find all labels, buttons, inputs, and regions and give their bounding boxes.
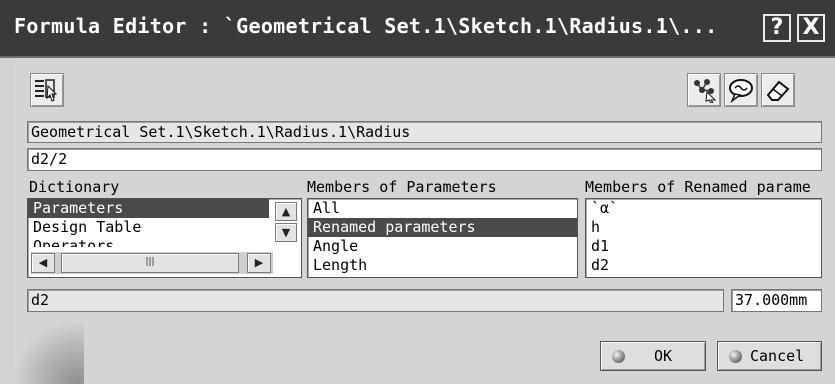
cancel-button[interactable]: Cancel [717, 341, 822, 371]
scroll-right-button[interactable]: ▶ [247, 253, 271, 273]
scroll-up-button[interactable]: ▲ [275, 202, 297, 221]
scroll-down-button[interactable]: ▼ [275, 223, 297, 242]
list-item[interactable]: Renamed parameters [308, 218, 577, 237]
ok-button-label: OK [654, 347, 673, 365]
eraser-button[interactable] [761, 73, 795, 107]
parameter-list-button[interactable] [30, 73, 64, 107]
help-button[interactable]: ? [763, 14, 791, 42]
list-item[interactable]: Design Table [28, 218, 269, 237]
list-item[interactable]: All [308, 199, 577, 218]
list-item[interactable]: Angle [308, 237, 577, 256]
formula-input[interactable]: d2/2 [27, 148, 822, 171]
members-list[interactable]: All Renamed parameters Angle Length [307, 198, 578, 278]
title-bar: Formula Editor : `Geometrical Set.1\Sket… [0, 0, 835, 58]
cancel-status-icon [729, 350, 742, 363]
horizontal-scrollbar[interactable]: ◀ ||| ▶ [31, 252, 273, 274]
dictionary-header: Dictionary [29, 178, 120, 196]
list-item[interactable]: d1 [586, 237, 821, 256]
list-item[interactable]: Parameters [28, 199, 269, 218]
formula-tree-button[interactable] [687, 73, 721, 107]
decorative-swoosh [14, 322, 84, 384]
parameter-path-field: Geometrical Set.1\Sketch.1\Radius.1\Radi… [27, 121, 822, 143]
list-item[interactable]: `α` [586, 199, 821, 218]
ok-button[interactable]: OK [600, 341, 706, 371]
selected-parameter-field: d2 [27, 289, 724, 312]
parameter-value-field[interactable]: 37.000mm [731, 289, 822, 312]
renamed-members-header: Members of Renamed parame [585, 178, 811, 196]
list-item[interactable]: Operators [28, 237, 269, 247]
comment-icon [729, 79, 753, 103]
scrollbar-thumb[interactable]: ||| [61, 253, 239, 273]
cancel-button-label: Cancel [750, 347, 805, 365]
parameter-list-icon [35, 79, 58, 102]
comment-button[interactable] [724, 73, 758, 107]
dictionary-list[interactable]: Parameters Design Table Operators ▲ ▼ ◀ … [27, 198, 302, 278]
members-header: Members of Parameters [307, 178, 497, 196]
ok-status-icon [612, 350, 625, 363]
list-item[interactable]: Length [308, 256, 577, 275]
formula-tree-icon [694, 79, 717, 103]
renamed-members-list[interactable]: `α` h d1 d2 [585, 198, 822, 278]
scroll-left-button[interactable]: ◀ [31, 253, 55, 273]
list-item[interactable]: h [586, 218, 821, 237]
window-title: Formula Editor : `Geometrical Set.1\Sket… [14, 14, 718, 38]
list-item[interactable]: d2 [586, 256, 821, 275]
close-button[interactable]: X [797, 14, 825, 42]
eraser-icon [766, 80, 790, 101]
